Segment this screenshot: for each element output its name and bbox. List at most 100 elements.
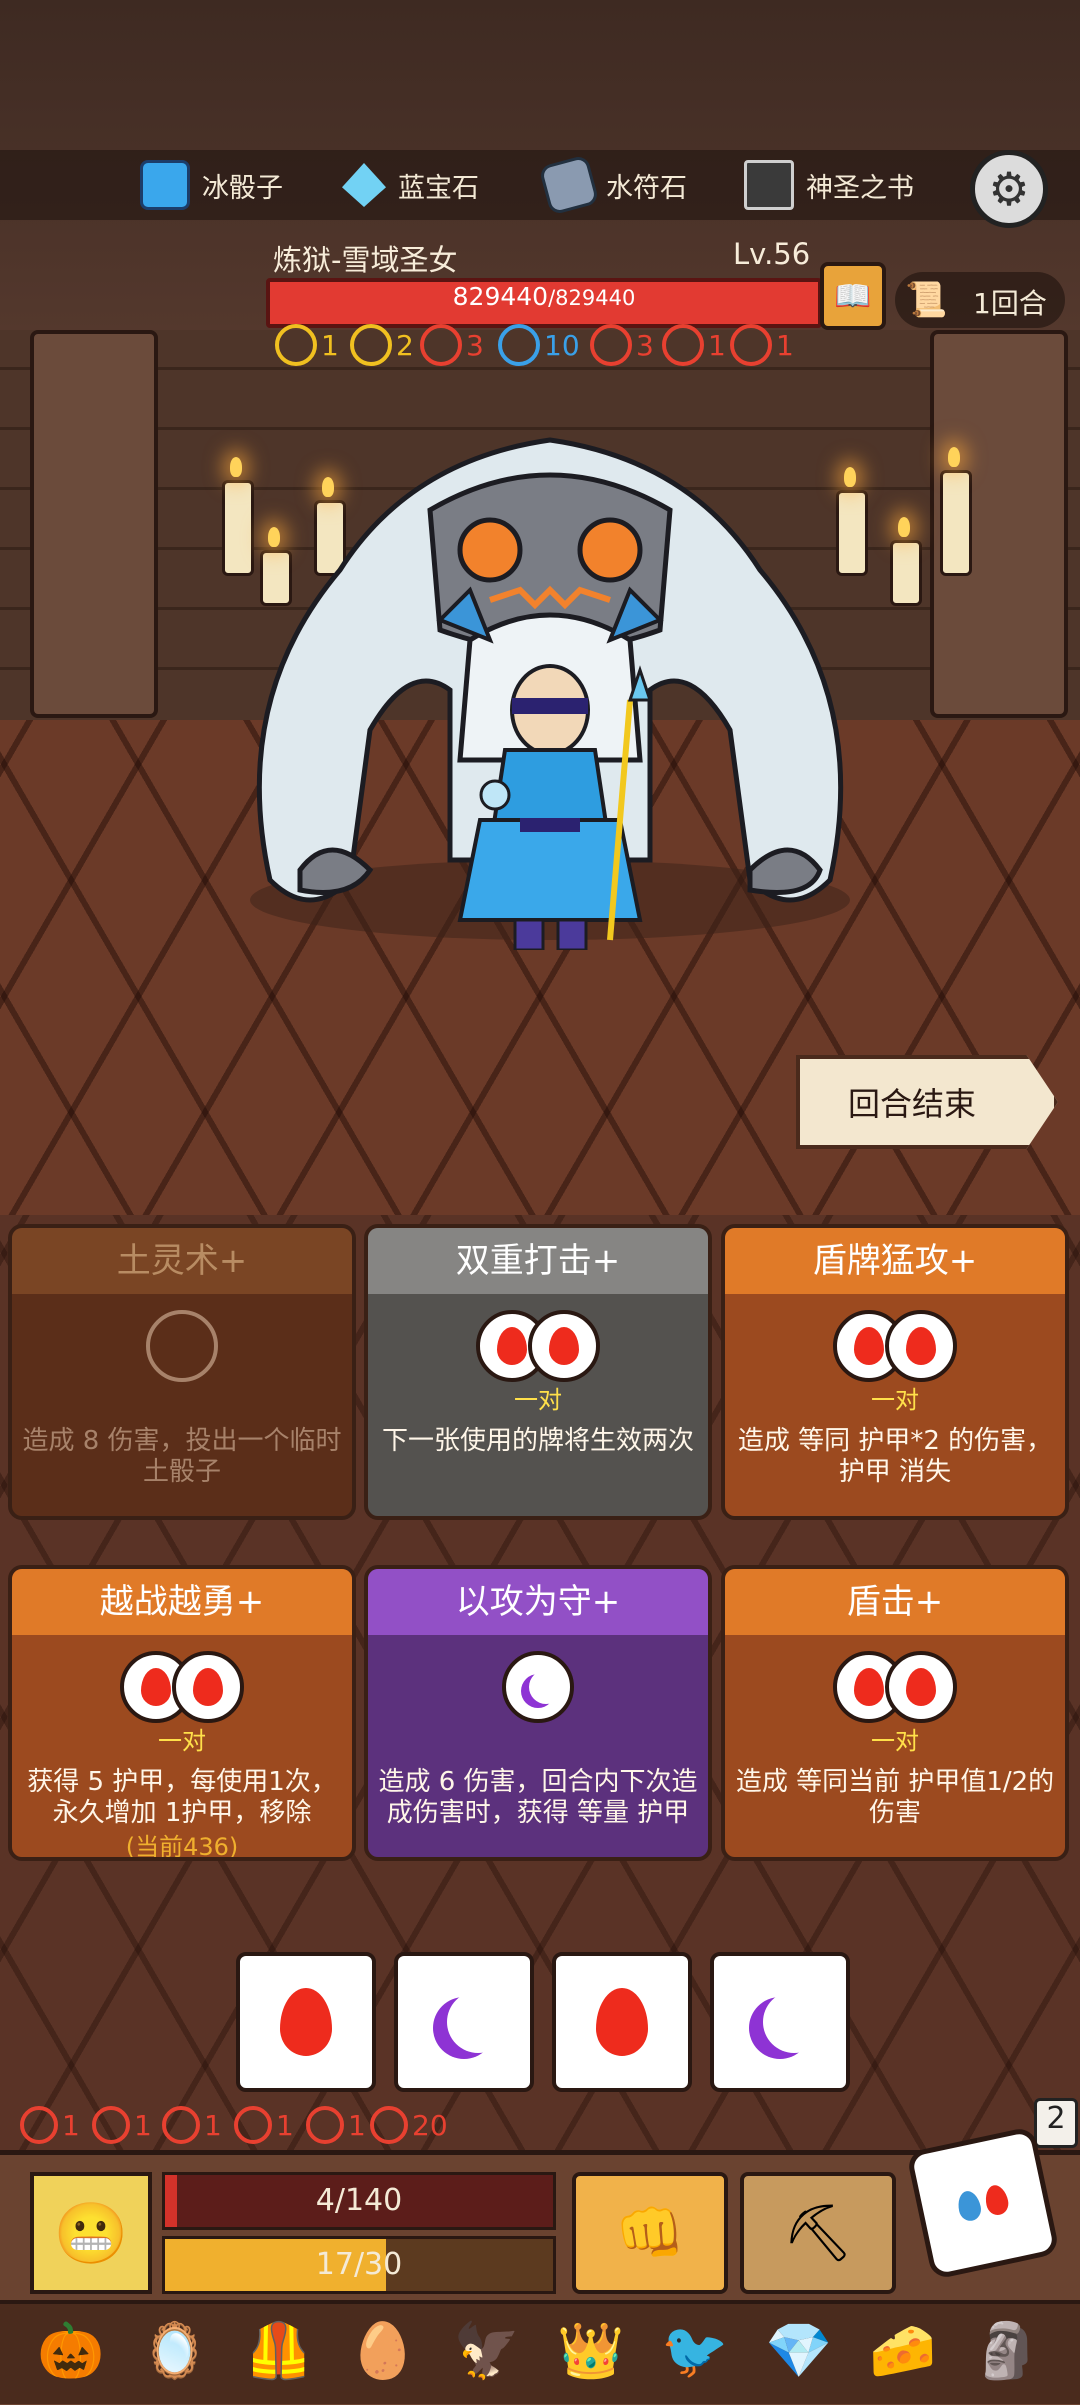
star-icon [350, 324, 392, 366]
rock-die-icon [146, 1310, 218, 1382]
fire-die-icon [528, 1310, 600, 1382]
card-combo-label: 一对 [514, 1386, 562, 1414]
player-hp-bar: 4/140 [162, 2172, 556, 2230]
lightning-icon [420, 324, 462, 366]
card-combo-label: 一对 [871, 1727, 919, 1755]
totem-icon[interactable]: 🗿 [966, 2310, 1048, 2392]
claw-icon[interactable]: 🦅 [446, 2310, 528, 2392]
resource-label: 冰骰子 [202, 172, 283, 204]
moon-die[interactable] [394, 1952, 534, 2092]
roll-dice-button[interactable] [905, 2125, 1061, 2281]
card-description: 造成 等同 护甲*2 的伤害， 护甲 消失 [737, 1426, 1053, 1487]
enemy-hp-max: /829440 [548, 286, 636, 310]
resource-ice-dice[interactable]: 冰骰子 [140, 160, 283, 210]
pumpkin-amulet-icon[interactable]: 🎃 [30, 2310, 112, 2392]
enemy-level: Lv.56 [733, 237, 811, 271]
player-hp-text: 4/140 [315, 2183, 403, 2218]
card-double-strike[interactable]: 双重打击+ 一对 下一张使用的牌将生效两次 [364, 1224, 712, 1520]
round-counter: 📜 1回合 [895, 272, 1065, 328]
moon-icon [763, 1991, 825, 2053]
bird-mask-icon[interactable]: 🐦 [654, 2310, 736, 2392]
candle [940, 447, 972, 576]
enemy-stat-value: 3 [466, 328, 484, 362]
moon-die[interactable] [710, 1952, 850, 2092]
enemy-stat[interactable]: 1 [662, 324, 726, 366]
crown-icon[interactable]: 👑 [550, 2310, 632, 2392]
card-dice-requirement [368, 1310, 708, 1382]
enemy-stat[interactable]: 3 [590, 324, 654, 366]
fire-die[interactable] [236, 1952, 376, 2092]
enemy-stat-value: 1 [776, 328, 794, 362]
card-combo-label: 一对 [871, 1386, 919, 1414]
enemy-stat[interactable]: 1 [730, 324, 794, 366]
fire-die-icon [885, 1310, 957, 1382]
card-shield-bash-assault[interactable]: 盾牌猛攻+ 一对 造成 等同 护甲*2 的伤害， 护甲 消失 [721, 1224, 1069, 1520]
player-stat[interactable]: 1 [92, 2104, 152, 2146]
enemy-stat[interactable]: 2 [350, 324, 414, 366]
spiral-icon [662, 324, 704, 366]
card-current-value: (当前436) [125, 1833, 239, 1861]
round-label: 1回合 [973, 287, 1047, 320]
slash-icon [306, 2106, 344, 2144]
crystal-icon[interactable]: 💎 [758, 2310, 840, 2392]
resource-water-rune[interactable]: 水符石 [538, 154, 687, 216]
card-description: 造成 6 伤害，回合内下次造成伤害时，获得 等量 护甲 [378, 1767, 698, 1828]
player-stat[interactable]: 1 [162, 2104, 222, 2146]
card-title: 土灵术+ [12, 1228, 352, 1294]
skill-fist-icon[interactable]: 👊 [572, 2172, 728, 2294]
card-dice-requirement [368, 1651, 708, 1723]
resource-label: 神圣之书 [806, 172, 914, 204]
skill-pickaxe-icon[interactable]: ⛏ [740, 2172, 896, 2294]
card-fight-braver[interactable]: 越战越勇+ 一对 获得 5 护甲，每使用1次，永久增加 1护甲，移除 (当前436) [8, 1565, 356, 1861]
holy-book-icon [744, 160, 794, 210]
water-drop-icon [955, 2188, 984, 2223]
shield-icon [275, 324, 317, 366]
player-stat-value: 20 [412, 2108, 448, 2142]
card-earth-spell[interactable]: 土灵术+ 造成 8 伤害，投出一个临时土骰子 [8, 1224, 356, 1520]
player-stat-value: 1 [204, 2108, 222, 2142]
fire-die[interactable] [552, 1952, 692, 2092]
enemy-info-book-icon[interactable]: 📖 [820, 262, 886, 330]
egg-icon[interactable]: 🥚 [342, 2310, 424, 2392]
player-stat[interactable]: 1 [234, 2104, 294, 2146]
water-rune-icon [538, 154, 600, 216]
card-dice-requirement [12, 1651, 352, 1723]
card-shield-strike[interactable]: 盾击+ 一对 造成 等同当前 护甲值1/2的伤害 [721, 1565, 1069, 1861]
enemy-stat[interactable]: 3 [420, 324, 484, 366]
player-stat[interactable]: 1 [20, 2104, 80, 2146]
cross-shield-icon [92, 2106, 130, 2144]
fire-die-icon [172, 1651, 244, 1723]
target-icon [498, 324, 540, 366]
card-description: 获得 5 护甲，每使用1次，永久增加 1护甲，移除 [27, 1767, 337, 1828]
card-attack-as-defense[interactable]: 以攻为守+ 造成 6 伤害，回合内下次造成伤害时，获得 等量 护甲 [364, 1565, 712, 1861]
end-turn-button[interactable]: 回合结束 [796, 1055, 1058, 1149]
enemy-stat-value: 10 [544, 328, 580, 362]
cheese-icon[interactable]: 🧀 [862, 2310, 944, 2392]
stone-pillar [30, 330, 158, 718]
enemy-stat-value: 1 [321, 328, 339, 362]
moon-icon [447, 1991, 509, 2053]
scroll-icon: 📜 [905, 280, 948, 320]
fire-die-icon [885, 1651, 957, 1723]
snow-maiden-enemy[interactable] [190, 400, 910, 950]
enemy-stat[interactable]: 10 [498, 324, 580, 366]
red-vine [850, 0, 1078, 148]
player-portrait[interactable]: 😬 [30, 2172, 152, 2294]
resource-label: 水符石 [606, 172, 687, 204]
slash-icon [730, 324, 772, 366]
armor-icon[interactable]: 🦺 [238, 2310, 320, 2392]
enemy-stat-value: 3 [636, 328, 654, 362]
resource-holy-book[interactable]: 神圣之书 [744, 160, 914, 210]
spiral-shield-icon [20, 2106, 58, 2144]
card-combo-label: 一对 [158, 1727, 206, 1755]
player-stat[interactable]: 20 [370, 2104, 448, 2146]
player-stat[interactable]: 1 [306, 2104, 366, 2146]
red-vine [560, 0, 808, 148]
settings-gear-icon[interactable]: ⚙ [970, 150, 1048, 228]
enemy-stat[interactable]: 1 [275, 324, 339, 366]
resource-sapphire[interactable]: 蓝宝石 [342, 160, 479, 210]
mirror-icon[interactable]: 🪞 [134, 2310, 216, 2392]
card-dice-requirement [725, 1651, 1065, 1723]
spiral-icon [234, 2106, 272, 2144]
enemy-stat-value: 1 [708, 328, 726, 362]
